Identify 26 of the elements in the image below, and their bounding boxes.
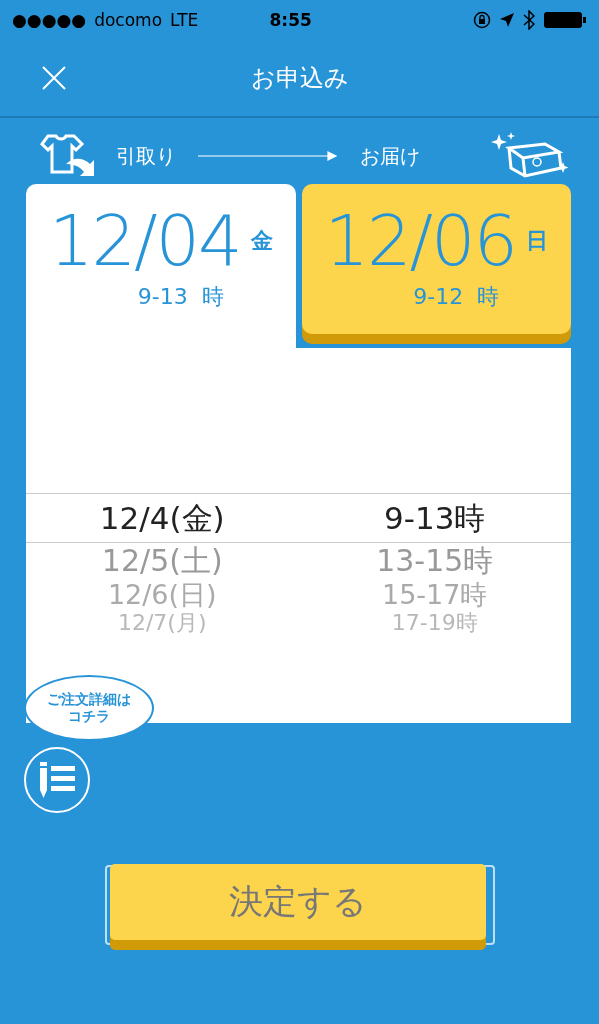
sparkling-box-icon	[491, 132, 571, 180]
arrow-icon	[198, 151, 338, 161]
delivery-label: お届け	[360, 142, 420, 170]
bluetooth-icon	[523, 10, 535, 30]
carrier-name: docomo	[94, 10, 163, 30]
screen-title: お申込み	[250, 63, 349, 94]
order-details-button[interactable]	[24, 747, 90, 813]
network-type: LTE	[170, 10, 199, 30]
order-details-hint: コチラ	[68, 708, 110, 725]
picker-option[interactable]: 12/4(金)	[99, 494, 225, 542]
picker-option[interactable]: 9-13時	[384, 494, 486, 542]
picker-option[interactable]: 12/5(土)	[101, 543, 223, 579]
rotation-lock-icon	[473, 11, 491, 29]
pencil-list-icon	[37, 760, 77, 800]
close-button[interactable]	[40, 64, 68, 92]
picker-option[interactable]: 12/6(日)	[107, 579, 217, 611]
signal-dots: ●●●●●	[12, 10, 87, 30]
picker-option[interactable]: 13-15時	[376, 543, 494, 579]
pickup-label: 引取り	[116, 142, 176, 170]
order-details-hint: ご注文詳細は	[47, 691, 131, 708]
clock: 8:55	[268, 10, 313, 30]
picker-option[interactable]: 17-19時	[391, 611, 478, 635]
picker-option[interactable]: 15-17時	[382, 579, 488, 611]
picker-option[interactable]: 12/7(月)	[117, 611, 207, 635]
battery-icon	[543, 10, 587, 30]
location-arrow-icon	[499, 12, 515, 28]
